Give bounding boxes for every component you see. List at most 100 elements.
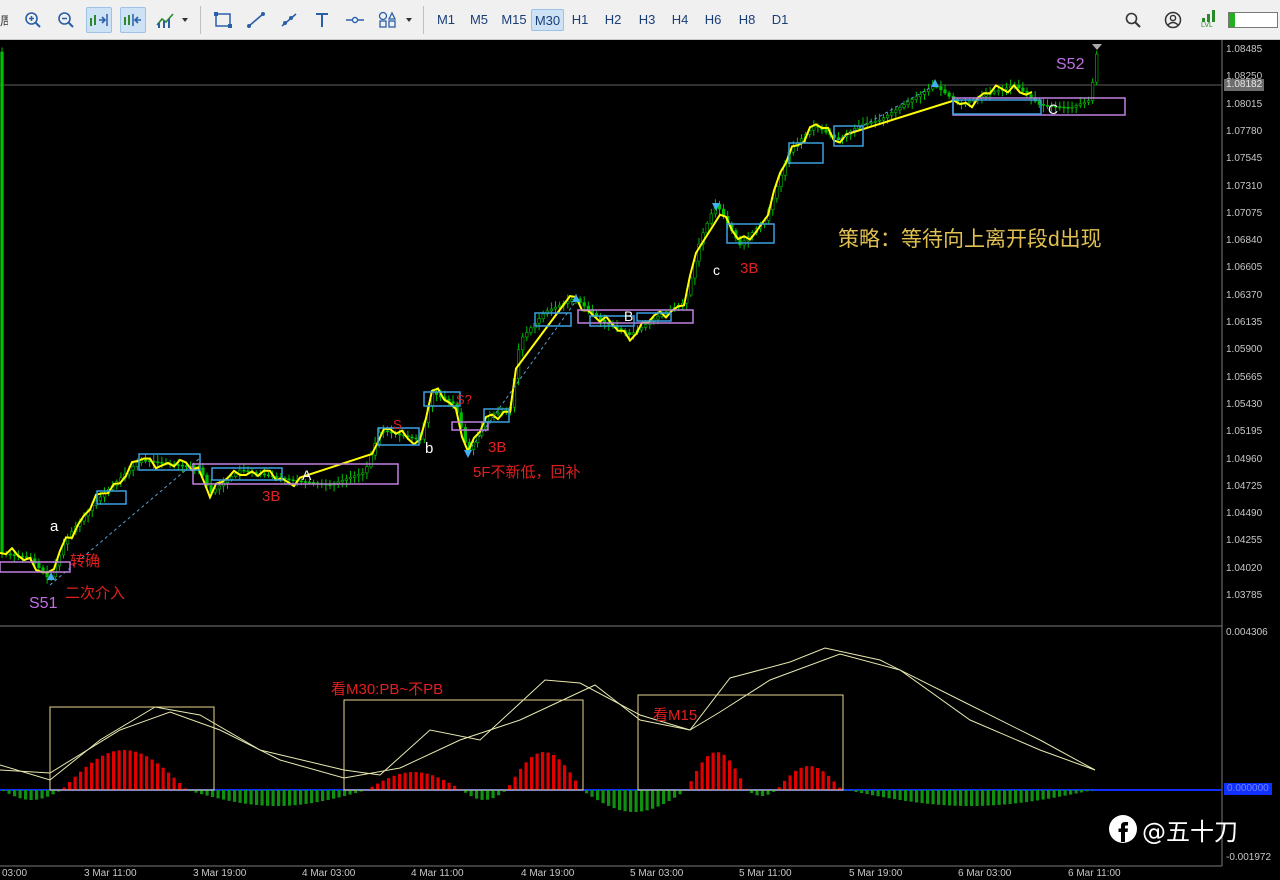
macd-bar bbox=[766, 790, 770, 795]
macd-bar bbox=[425, 773, 429, 790]
macd-bar bbox=[200, 790, 204, 795]
macd-bar bbox=[920, 790, 924, 804]
rectangle-tool-icon[interactable] bbox=[210, 7, 236, 33]
text-tool-icon[interactable] bbox=[309, 7, 335, 33]
macd-bar bbox=[134, 751, 138, 790]
macd-bar bbox=[249, 790, 253, 805]
candle-body bbox=[180, 464, 185, 467]
time-label-5: 4 Mar 19:00 bbox=[521, 868, 575, 879]
chart-shift-icon[interactable] bbox=[120, 7, 146, 33]
current-price-tag: 1.08182 bbox=[1224, 79, 1265, 91]
timeframe-h6[interactable]: H6 bbox=[699, 9, 727, 31]
macd-bar bbox=[211, 790, 215, 798]
macd-bar bbox=[7, 790, 11, 794]
macd-bar bbox=[436, 777, 440, 790]
macd-bar bbox=[607, 790, 611, 806]
macd-bar bbox=[90, 762, 94, 790]
candle-body bbox=[275, 476, 279, 478]
macd-bar bbox=[651, 790, 655, 809]
timeframe-m15[interactable]: M15 bbox=[497, 9, 531, 31]
macd-bar bbox=[414, 772, 418, 790]
price-label: 1.05900 bbox=[1226, 344, 1263, 356]
candle-body bbox=[143, 459, 148, 462]
price-label: 1.05195 bbox=[1226, 426, 1263, 438]
timeframe-m1[interactable]: M1 bbox=[431, 9, 461, 31]
auto-scroll-icon[interactable] bbox=[86, 7, 112, 33]
price-label: 1.04020 bbox=[1226, 562, 1263, 574]
macd-bar bbox=[524, 762, 528, 790]
label-s-mark: S bbox=[393, 417, 402, 432]
timeframe-h4[interactable]: H4 bbox=[666, 9, 694, 31]
macd-bar bbox=[68, 782, 72, 790]
price-label: 1.04490 bbox=[1226, 508, 1263, 520]
macd-bar bbox=[288, 790, 292, 806]
timeframe-h3[interactable]: H3 bbox=[633, 9, 661, 31]
macd-bar bbox=[161, 767, 165, 790]
candle-body bbox=[631, 332, 635, 335]
zoom-in-icon[interactable] bbox=[20, 7, 46, 33]
macd-bar bbox=[931, 790, 935, 805]
candle-body bbox=[881, 117, 886, 121]
macd-bar bbox=[964, 790, 968, 806]
macd-bar bbox=[552, 754, 556, 790]
macd-bar bbox=[167, 772, 171, 790]
hline-tool-icon[interactable] bbox=[342, 7, 368, 33]
timeframe-m30[interactable]: M30 bbox=[531, 9, 564, 31]
candle-body bbox=[1041, 104, 1045, 106]
label-3b-3: 3B bbox=[740, 260, 759, 277]
price-chart[interactable] bbox=[0, 40, 1280, 880]
macd-bar bbox=[689, 781, 693, 790]
timeframe-h1[interactable]: H1 bbox=[566, 9, 594, 31]
macd-bar bbox=[260, 790, 264, 806]
label-C: C bbox=[1048, 101, 1059, 117]
timeframe-h2[interactable]: H2 bbox=[599, 9, 627, 31]
macd-bar bbox=[871, 790, 875, 796]
price-label: 1.06605 bbox=[1226, 262, 1263, 274]
label-m15-note: 看M15 bbox=[653, 707, 698, 724]
candle-body bbox=[131, 466, 135, 471]
macd-bar bbox=[469, 790, 473, 797]
indicators-dropdown-icon[interactable] bbox=[153, 7, 191, 33]
macd-bar bbox=[634, 790, 638, 812]
candle-body bbox=[156, 461, 160, 464]
time-label-8: 5 Mar 19:00 bbox=[849, 868, 903, 879]
watermark-text: @五十刀 bbox=[1142, 817, 1238, 846]
label-s-question: S? bbox=[456, 392, 472, 407]
candle-body bbox=[348, 477, 353, 480]
search-icon[interactable] bbox=[1120, 7, 1146, 33]
macd-bar bbox=[1008, 790, 1012, 804]
macd-bar bbox=[1030, 790, 1034, 802]
signal-level-icon[interactable]: LVL bbox=[1199, 9, 1221, 33]
timeframe-m5[interactable]: M5 bbox=[464, 9, 494, 31]
macd-bar bbox=[827, 775, 831, 790]
candle-body bbox=[20, 555, 25, 558]
shapes-dropdown-icon[interactable] bbox=[376, 7, 416, 33]
timeframe-d1[interactable]: D1 bbox=[766, 9, 794, 31]
candle-body bbox=[160, 462, 164, 464]
zoom-out-icon[interactable] bbox=[53, 7, 79, 33]
candle-body bbox=[910, 99, 914, 103]
candle-body bbox=[1004, 87, 1009, 90]
candle-body bbox=[1037, 100, 1041, 105]
macd-bar bbox=[381, 780, 385, 790]
macd-bar bbox=[1069, 790, 1073, 795]
candle-body bbox=[24, 556, 29, 559]
candle-body bbox=[939, 86, 943, 91]
label-5f-note: 5F不新低，回补 bbox=[473, 464, 581, 481]
ray-tool-icon[interactable] bbox=[276, 7, 302, 33]
candle-body bbox=[291, 479, 295, 482]
macd-bar bbox=[546, 752, 550, 790]
time-label-10: 6 Mar 11:00 bbox=[1068, 868, 1121, 879]
macd-bar bbox=[106, 753, 110, 790]
trendline-tool-icon[interactable] bbox=[243, 7, 269, 33]
time-label-6: 5 Mar 03:00 bbox=[630, 868, 684, 879]
macd-bar bbox=[442, 779, 446, 790]
macd-bar bbox=[315, 790, 319, 803]
candle-body bbox=[943, 89, 947, 94]
timeframe-h8[interactable]: H8 bbox=[733, 9, 761, 31]
account-icon[interactable] bbox=[1160, 7, 1186, 33]
macd-bar bbox=[1019, 790, 1023, 803]
macd-bar bbox=[805, 766, 809, 790]
label-s52: S52 bbox=[1056, 56, 1085, 73]
macd-bar bbox=[409, 772, 413, 790]
